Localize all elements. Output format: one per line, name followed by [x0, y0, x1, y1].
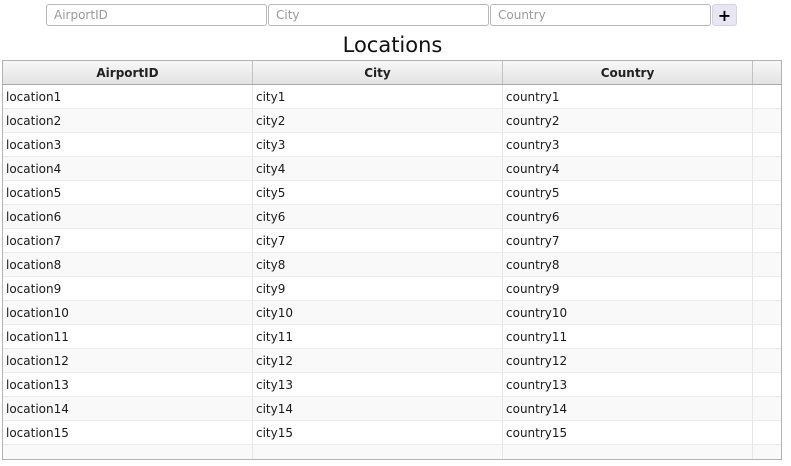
cell-city: city2 — [253, 109, 503, 132]
cell-airport-id: location9 — [3, 277, 253, 300]
column-header-country[interactable]: Country — [503, 61, 753, 84]
locations-table: AirportID City Country location1 city1 cou… — [2, 60, 782, 460]
table-row[interactable]: location11 city11 country11 — [3, 325, 781, 349]
cell-country: country6 — [503, 205, 753, 228]
cell-country: country13 — [503, 373, 753, 396]
cell-filler — [753, 205, 781, 228]
cell-city: city13 — [253, 373, 503, 396]
country-input[interactable] — [490, 4, 711, 26]
cell-filler — [753, 397, 781, 420]
cell-filler — [753, 349, 781, 372]
cell-country: country10 — [503, 301, 753, 324]
column-header-city[interactable]: City — [253, 61, 503, 84]
cell-city: city9 — [253, 277, 503, 300]
table-row[interactable]: location8 city8 country8 — [3, 253, 781, 277]
cell-filler — [753, 421, 781, 444]
cell-country: country8 — [503, 253, 753, 276]
table-body: location1 city1 country1 location2 city2 coun… — [3, 85, 781, 459]
table-row[interactable]: location15 city15 country15 — [3, 421, 781, 445]
cell-filler — [753, 133, 781, 156]
cell-filler — [753, 277, 781, 300]
cell-city: city11 — [253, 325, 503, 348]
cell-airport-id: location15 — [3, 421, 253, 444]
cell-airport-id: location8 — [3, 253, 253, 276]
table-row[interactable]: location4 city4 country4 — [3, 157, 781, 181]
page-title: Locations — [342, 33, 443, 57]
cell-airport-id: location10 — [3, 301, 253, 324]
cell-filler — [753, 373, 781, 396]
cell-airport-id: location13 — [3, 373, 253, 396]
table-row[interactable]: location9 city9 country9 — [3, 277, 781, 301]
cell-filler — [753, 229, 781, 252]
table-row[interactable]: location1 city1 country1 — [3, 85, 781, 109]
table-row[interactable]: location5 city5 country5 — [3, 181, 781, 205]
cell-filler — [753, 181, 781, 204]
cell-filler — [753, 109, 781, 132]
cell-city: city3 — [253, 133, 503, 156]
cell-country: country3 — [503, 133, 753, 156]
cell-country: country15 — [503, 421, 753, 444]
table-row[interactable]: location10 city10 country10 — [3, 301, 781, 325]
cell-airport-id: location1 — [3, 85, 253, 108]
cell-city: city12 — [253, 349, 503, 372]
cell-city: city8 — [253, 253, 503, 276]
cell-airport-id: location6 — [3, 205, 253, 228]
cell-filler — [753, 85, 781, 108]
cell-airport-id: location3 — [3, 133, 253, 156]
cell-airport-id: location12 — [3, 349, 253, 372]
airport-id-input[interactable] — [46, 4, 267, 26]
cell-filler — [753, 445, 781, 459]
cell-airport-id: location4 — [3, 157, 253, 180]
empty-row — [3, 445, 781, 459]
table-row[interactable]: location12 city12 country12 — [3, 349, 781, 373]
column-header-airport-id[interactable]: AirportID — [3, 61, 253, 84]
cell-filler — [753, 301, 781, 324]
table-row[interactable]: location7 city7 country7 — [3, 229, 781, 253]
cell-airport-id: location11 — [3, 325, 253, 348]
cell-city: city15 — [253, 421, 503, 444]
table-row[interactable]: location2 city2 country2 — [3, 109, 781, 133]
table-row[interactable]: location14 city14 country14 — [3, 397, 781, 421]
cell-filler — [753, 253, 781, 276]
cell-airport-id: location2 — [3, 109, 253, 132]
table-row[interactable]: location13 city13 country13 — [3, 373, 781, 397]
table-row[interactable]: location3 city3 country3 — [3, 133, 781, 157]
cell-country: country12 — [503, 349, 753, 372]
cell-country: country7 — [503, 229, 753, 252]
cell-country: country1 — [503, 85, 753, 108]
cell-city: city5 — [253, 181, 503, 204]
cell-airport-id: location7 — [3, 229, 253, 252]
cell-country: country14 — [503, 397, 753, 420]
add-location-button[interactable]: + — [712, 4, 737, 26]
city-input[interactable] — [268, 4, 489, 26]
cell-country: country2 — [503, 109, 753, 132]
cell-airport-id: location5 — [3, 181, 253, 204]
column-header-filler — [753, 61, 781, 84]
cell-country: country4 — [503, 157, 753, 180]
cell-country: country9 — [503, 277, 753, 300]
cell-filler — [753, 157, 781, 180]
cell-country: country11 — [503, 325, 753, 348]
cell-city: city14 — [253, 397, 503, 420]
empty-cell — [253, 445, 503, 459]
table-header: AirportID City Country — [3, 61, 781, 85]
cell-city: city1 — [253, 85, 503, 108]
cell-city: city4 — [253, 157, 503, 180]
cell-city: city10 — [253, 301, 503, 324]
cell-city: city6 — [253, 205, 503, 228]
cell-city: city7 — [253, 229, 503, 252]
cell-filler — [753, 325, 781, 348]
table-row[interactable]: location6 city6 country6 — [3, 205, 781, 229]
empty-cell — [503, 445, 753, 459]
empty-cell — [3, 445, 253, 459]
cell-airport-id: location14 — [3, 397, 253, 420]
cell-country: country5 — [503, 181, 753, 204]
